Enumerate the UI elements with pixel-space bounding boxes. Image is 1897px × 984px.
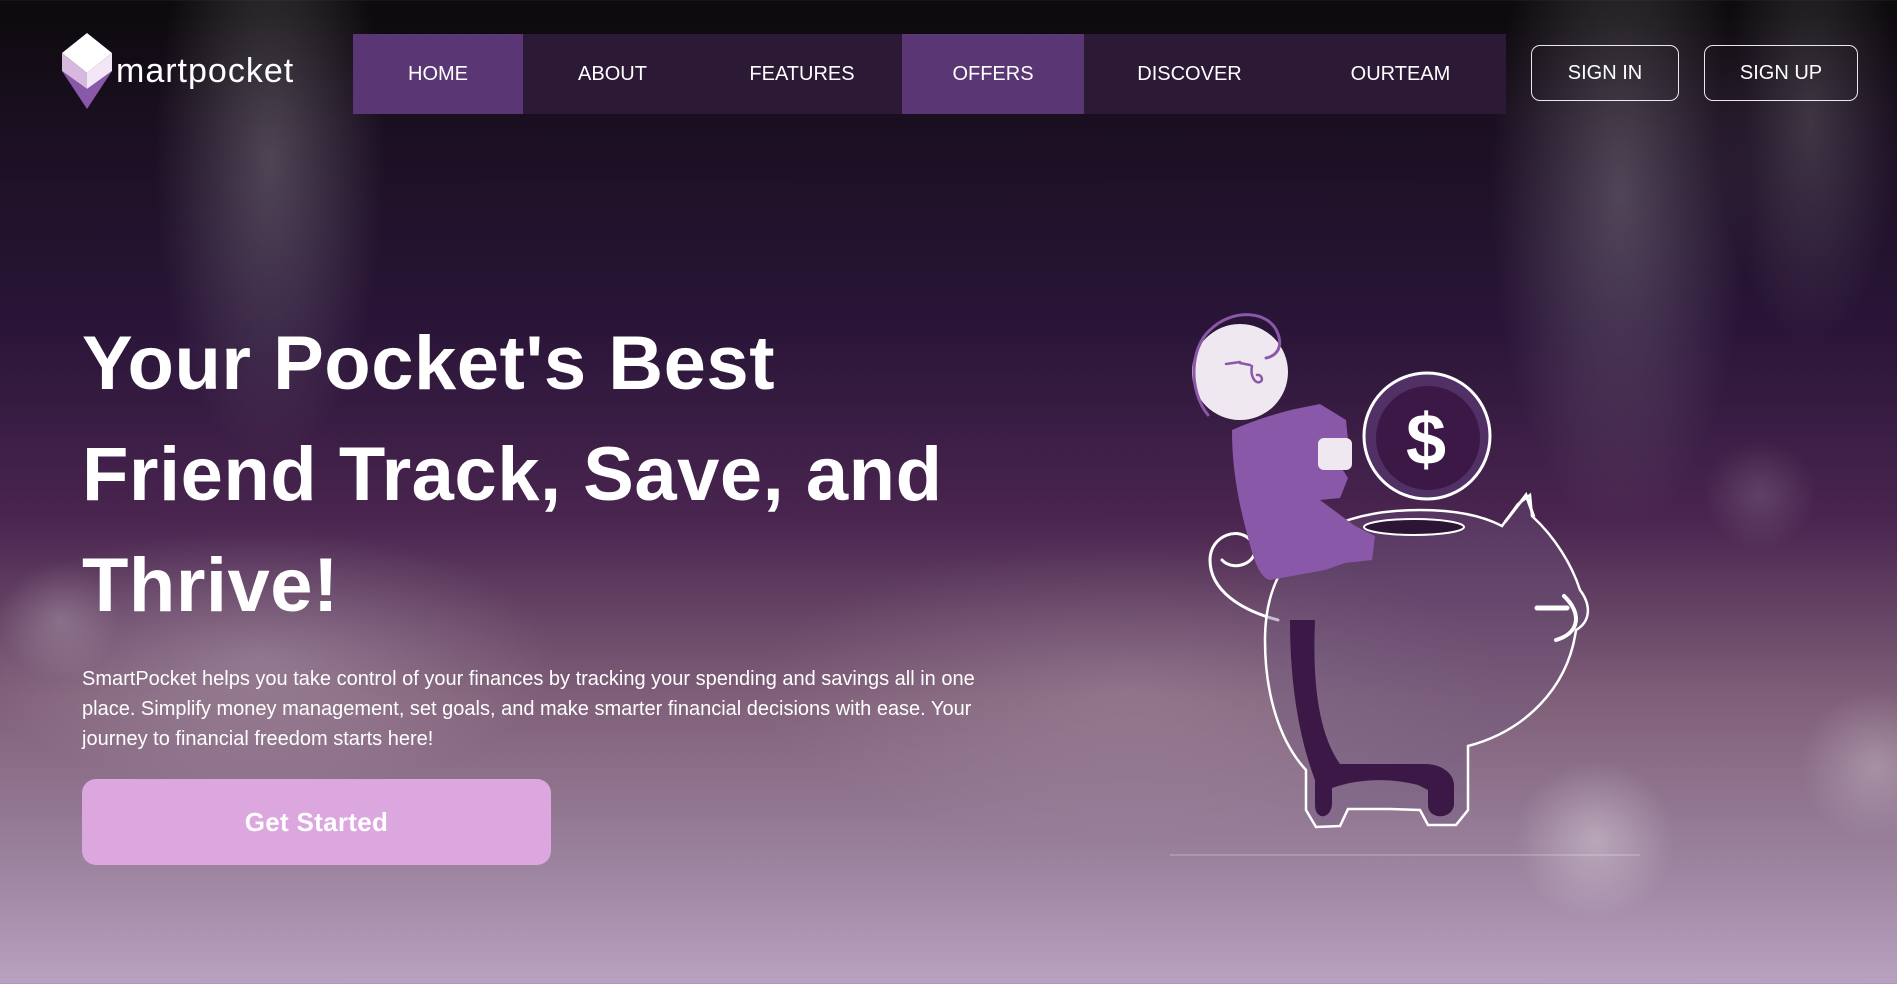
bokeh-light-right-mid [1800, 690, 1897, 840]
bokeh-light-right-top [1705, 440, 1815, 550]
sign-in-button[interactable]: SIGN IN [1531, 45, 1679, 101]
hero-title-line-2: Friend Track, Save, and [82, 432, 943, 517]
coin-dollar-symbol: $ [1406, 400, 1446, 480]
sign-up-button[interactable]: SIGN UP [1704, 45, 1858, 101]
nav-home[interactable]: HOME [353, 34, 523, 114]
brand-logo[interactable]: martpocket [62, 33, 294, 109]
nav-about[interactable]: ABOUT [523, 34, 702, 114]
nav-ourteam[interactable]: OURTEAM [1295, 34, 1506, 114]
nav-discover[interactable]: DISCOVER [1084, 34, 1295, 114]
hero-description: SmartPocket helps you take control of yo… [82, 668, 975, 750]
top-navigation-bar: martpocket HOME ABOUT FEATURES OFFERS DI… [0, 0, 1897, 120]
piggy-bank-illustration: $ [1170, 290, 1650, 860]
cube-logo-icon [62, 33, 112, 109]
main-navigation: HOME ABOUT FEATURES OFFERS DISCOVER OURT… [353, 34, 1506, 114]
get-started-button[interactable]: Get Started [82, 779, 551, 865]
hero-title: Your Pocket's Best Friend Track, Save, a… [82, 308, 1062, 641]
hero-title-line-1: Your Pocket's Best [82, 321, 775, 406]
nav-offers[interactable]: OFFERS [902, 34, 1084, 114]
hero-title-line-3: Thrive! [82, 543, 339, 628]
brand-name: martpocket [116, 51, 295, 90]
nav-features[interactable]: FEATURES [702, 34, 902, 114]
